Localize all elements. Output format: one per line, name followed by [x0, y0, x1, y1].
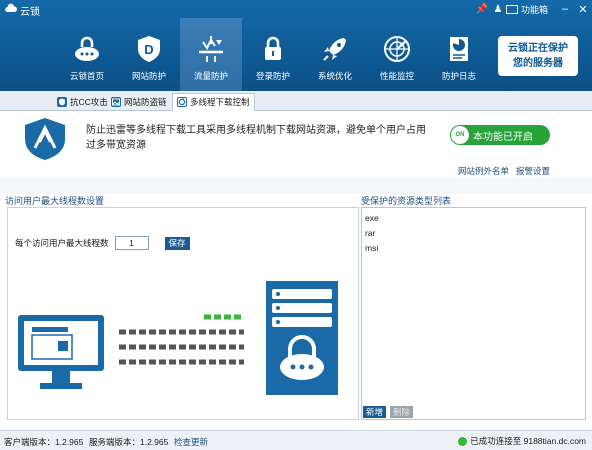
- thread-settings-title: 访问用户最大线程数设置: [5, 196, 105, 206]
- nav-item-login-protection[interactable]: 登录防护: [242, 18, 304, 91]
- user-icon[interactable]: ♟: [490, 0, 506, 18]
- thread-lines: [119, 314, 244, 365]
- list-actions: 新增 删除: [363, 406, 414, 418]
- nav-item-traffic-protection[interactable]: 流量防护: [180, 18, 242, 91]
- connection-text: 已成功连接至 9188tian.dc.com: [470, 436, 586, 446]
- toolbox-icon: [505, 4, 518, 14]
- header-bar: 云锁 📌 ♟ 功能箱 – ✕ 云锁首页 D 网站防护 流量防护 登录防护 系统优…: [0, 0, 592, 91]
- protected-types-list: exe rar msi: [365, 211, 379, 256]
- download-illustration: [18, 281, 338, 395]
- toggle-knob: ON: [451, 126, 469, 144]
- add-button[interactable]: 新增: [363, 406, 387, 418]
- thread-limit-input[interactable]: 1: [114, 236, 149, 250]
- status-bar: 客户端版本：1.2.965 服务端版本：1.2.965 检查更新 已成功连接至 …: [0, 430, 592, 450]
- rocket-icon: [323, 38, 346, 61]
- nav-label-protection-log: 防护日志: [441, 71, 476, 81]
- nav-label-login-protection: 登录防护: [255, 71, 290, 81]
- function-box-menu[interactable]: 功能箱: [505, 3, 548, 16]
- swirl-icon: [177, 97, 187, 107]
- home-lock-icon: [75, 36, 99, 61]
- nav-label-home: 云锁首页: [69, 71, 104, 81]
- whitelist-link[interactable]: 网站例外名单: [458, 165, 509, 177]
- nav-label-system-optimize: 系统优化: [317, 71, 352, 81]
- delete-button[interactable]: 删除: [390, 406, 414, 418]
- feature-shield-icon: [25, 118, 65, 160]
- list-item[interactable]: exe: [365, 211, 379, 226]
- feature-description: 防止迅雷等多线程下载工具采用多线程机制下载网站资源，避免单个用户占用过多带宽资源: [86, 125, 426, 151]
- tab-anti-leech[interactable]: 网站防盗链: [107, 93, 171, 110]
- log-chart-icon: [450, 37, 468, 61]
- function-box-label: 功能箱: [520, 4, 548, 15]
- tab-multithread-download-label: 多线程下载控制: [190, 97, 250, 107]
- protected-types-title: 受保护的资源类型列表: [361, 196, 452, 206]
- minimize-button[interactable]: –: [556, 0, 574, 18]
- check-update-link[interactable]: 检查更新: [174, 436, 208, 448]
- computer-icon: [18, 315, 104, 389]
- alarm-settings-link[interactable]: 报警设置: [516, 165, 550, 177]
- promo-line-1: 云锁正在保护: [508, 43, 568, 54]
- toggle-label: 本功能已开启: [473, 131, 533, 143]
- nav-item-system-optimize[interactable]: 系统优化: [304, 18, 366, 91]
- thread-settings-panel: 访问用户最大线程数设置 每个访问用户最大线程数 1 保存: [5, 194, 359, 420]
- protected-types-box: exe rar msi 新增 删除: [361, 207, 586, 420]
- close-button[interactable]: ✕: [574, 0, 592, 18]
- traffic-icon: [199, 36, 223, 62]
- save-button[interactable]: 保存: [164, 236, 190, 250]
- main-nav: 云锁首页 D 网站防护 流量防护 登录防护 系统优化 性能监控 防护日志: [56, 18, 490, 91]
- thread-settings-box: 每个访问用户最大线程数 1 保存: [7, 207, 359, 420]
- protection-status-badge: 云锁正在保护 您的服务器: [498, 36, 578, 76]
- sub-tab-bar: 抗CC攻击 网站防盗链 多线程下载控制: [0, 91, 592, 111]
- list-item[interactable]: msi: [365, 241, 379, 256]
- nav-item-protection-log[interactable]: 防护日志: [428, 18, 490, 91]
- connected-dot-icon: [458, 436, 468, 446]
- nav-item-site-protection[interactable]: D 网站防护: [118, 18, 180, 91]
- padlock-icon: [265, 36, 281, 60]
- shield-d-icon: D: [138, 36, 160, 62]
- tab-multithread-download[interactable]: 多线程下载控制: [172, 93, 255, 111]
- cloud-lock-logo-icon: [5, 3, 17, 12]
- nav-label-performance-monitor: 性能监控: [379, 71, 414, 81]
- client-version: 客户端版本：1.2.965: [4, 437, 84, 447]
- svg-text:D: D: [144, 42, 153, 57]
- banner-links: 网站例外名单 报警设置: [458, 165, 550, 177]
- list-item[interactable]: rar: [365, 226, 379, 241]
- section-divider: [0, 178, 592, 194]
- nav-label-site-protection: 网站防护: [131, 71, 166, 81]
- feature-toggle[interactable]: ON 本功能已开启: [450, 125, 550, 145]
- feature-banner: 防止迅雷等多线程下载工具采用多线程机制下载网站资源，避免单个用户占用过多带宽资源…: [0, 112, 592, 178]
- server-lock-icon: [266, 281, 338, 395]
- nav-item-home[interactable]: 云锁首页: [56, 18, 118, 91]
- tab-anti-cc-label: 抗CC攻击: [70, 96, 108, 107]
- thread-setting-row: 每个访问用户最大线程数 1 保存: [15, 236, 190, 250]
- pin-icon[interactable]: 📌: [474, 0, 490, 18]
- image-icon: [111, 96, 121, 107]
- title-bar: 云锁 📌 ♟ 功能箱 – ✕: [0, 0, 592, 18]
- nav-label-traffic-protection: 流量防护: [193, 71, 228, 81]
- connection-status: 已成功连接至 9188tian.dc.com: [458, 435, 586, 447]
- tab-anti-leech-label: 网站防盗链: [124, 96, 167, 107]
- tab-anti-cc[interactable]: 抗CC攻击: [53, 93, 112, 110]
- protected-types-panel: 受保护的资源类型列表 exe rar msi 新增 删除: [361, 194, 586, 420]
- app-title: 云锁: [20, 7, 40, 18]
- radar-icon: [384, 36, 410, 62]
- server-version: 服务端版本：1.2.965: [89, 437, 169, 447]
- promo-line-2: 您的服务器: [513, 58, 563, 69]
- nav-item-performance-monitor[interactable]: 性能监控: [366, 18, 428, 91]
- thread-limit-label: 每个访问用户最大线程数: [15, 238, 109, 248]
- shield-icon: [57, 96, 67, 107]
